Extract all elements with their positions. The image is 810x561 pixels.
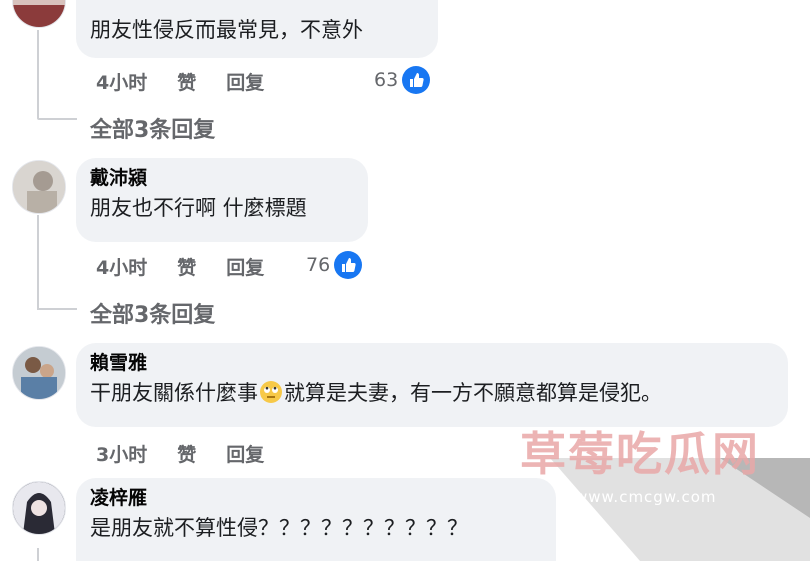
watermark: 草莓吃瓜网 www.cmcgw.com — [520, 418, 810, 561]
thread-line — [37, 308, 77, 310]
comment-text-part: 就算是夫妻，有一方不願意都算是侵犯。 — [284, 381, 662, 405]
thread-line — [37, 548, 39, 561]
avatar[interactable] — [12, 160, 66, 214]
thread-line — [37, 118, 77, 120]
comment-author[interactable]: 賴雪雅 — [90, 351, 774, 375]
like-button[interactable]: 赞 — [177, 68, 196, 95]
reaction-count-label: 63 — [374, 69, 399, 91]
thread-line — [37, 30, 39, 118]
thread-line — [37, 215, 39, 309]
avatar-photo — [13, 161, 65, 213]
avatar[interactable] — [12, 481, 66, 535]
comment-author[interactable]: 戴沛潁 — [90, 166, 354, 190]
comment-text: 是朋友就不算性侵？？？？？？？？？？ — [90, 516, 468, 540]
thumbs-up-icon — [402, 66, 431, 94]
comment-text: 干朋友關係什麼事 就算是夫妻，有一方不願意都算是侵犯。 — [90, 379, 774, 407]
avatar-photo — [13, 347, 65, 399]
avatar[interactable] — [12, 0, 66, 28]
comment-bubble: 賴雪雅 干朋友關係什麼事 就算是夫妻，有一方不願意都算是侵犯。 — [76, 343, 788, 427]
reply-button[interactable]: 回复 — [226, 253, 264, 280]
view-replies-link[interactable]: 全部3条回复 — [90, 112, 215, 144]
comment-author[interactable]: 凌梓雁 — [90, 486, 542, 510]
comment-actions: 4小时 赞 回复 — [96, 253, 264, 280]
thumbs-up-icon — [334, 251, 363, 279]
watermark-text: 草莓吃瓜网 — [520, 427, 760, 481]
reply-button[interactable]: 回复 — [226, 440, 264, 467]
avatar[interactable] — [12, 346, 66, 400]
reaction-count-label: 76 — [306, 254, 331, 276]
rolling-eyes-emoji-icon — [260, 381, 282, 403]
comment-time[interactable]: 4小时 — [96, 253, 147, 280]
comment-bubble: 戴沛潁 朋友也不行啊 什麼標題 — [76, 158, 368, 242]
comment-text: 朋友性侵反而最常見，不意外 — [90, 18, 363, 42]
comment-actions: 3小时 赞 回复 — [96, 440, 264, 467]
comment-time[interactable]: 3小时 — [96, 440, 147, 467]
comment-text-part: 干朋友關係什麼事 — [90, 381, 258, 405]
reaction-count[interactable]: 76 — [306, 251, 363, 279]
avatar-photo — [13, 482, 65, 534]
comment-bubble: 朋友性侵反而最常見，不意外 — [76, 0, 438, 58]
like-button[interactable]: 赞 — [177, 440, 196, 467]
watermark-shape — [550, 458, 810, 561]
like-button[interactable]: 赞 — [177, 253, 196, 280]
watermark-url: www.cmcgw.com — [575, 488, 717, 506]
comment-actions: 4小时 赞 回复 — [96, 68, 264, 95]
comment-bubble: 凌梓雁 是朋友就不算性侵？？？？？？？？？？ — [76, 478, 556, 561]
view-replies-link[interactable]: 全部3条回复 — [90, 297, 215, 329]
reply-button[interactable]: 回复 — [226, 68, 264, 95]
reaction-count[interactable]: 63 — [374, 66, 431, 94]
avatar-photo — [13, 0, 65, 27]
comment-time[interactable]: 4小时 — [96, 68, 147, 95]
comment-text: 朋友也不行啊 什麼標題 — [90, 196, 307, 220]
